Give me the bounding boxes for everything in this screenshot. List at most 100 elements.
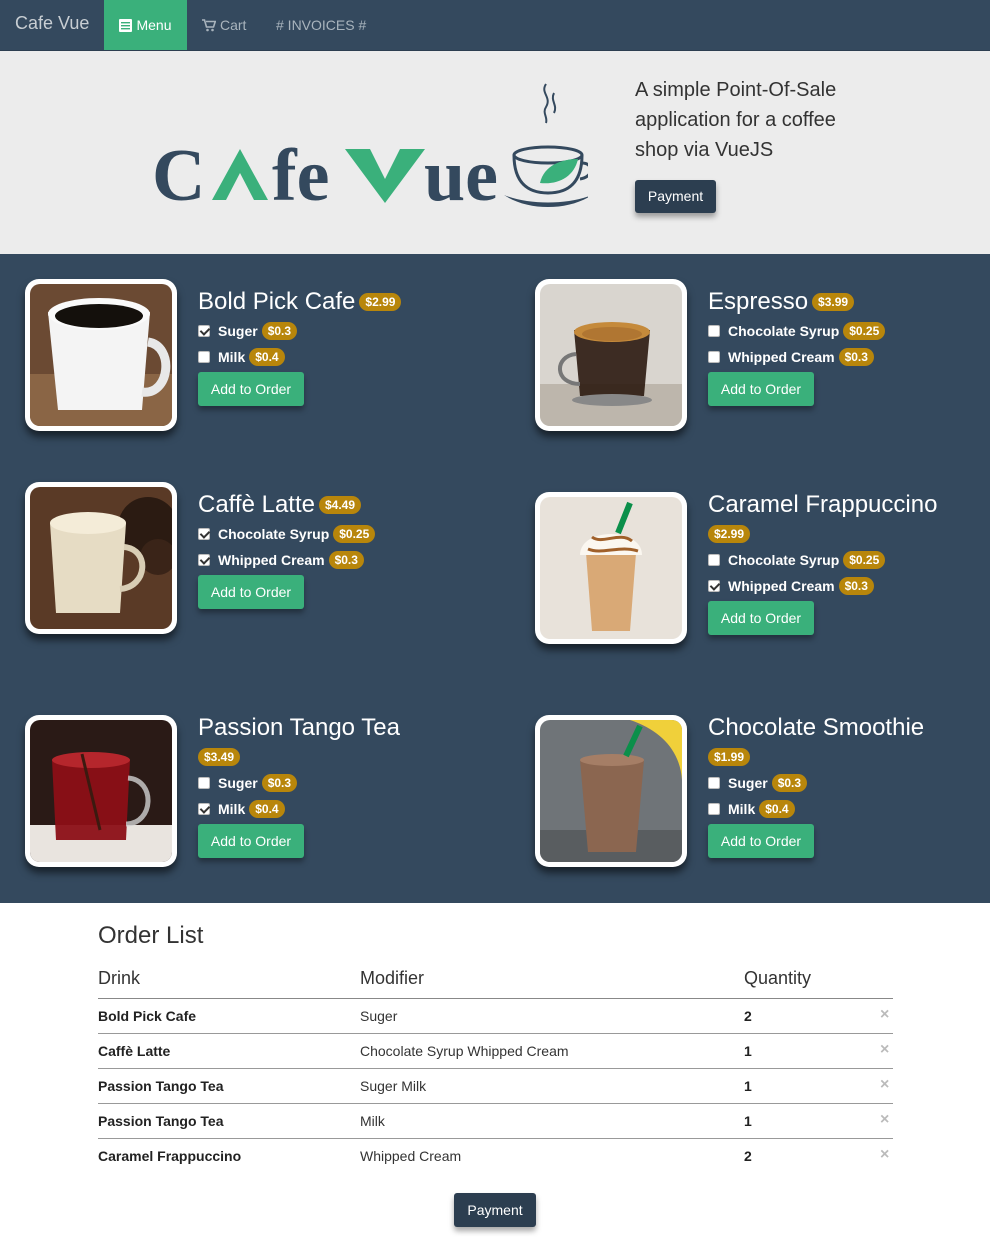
hero-payment-button[interactable]: Payment xyxy=(635,180,716,213)
order-quantity: 1 xyxy=(744,1113,752,1129)
modifier-price-badge: $0.3 xyxy=(838,577,874,595)
modifier-checkbox[interactable] xyxy=(198,777,210,789)
modifier-option[interactable]: Milk $0.4 xyxy=(198,799,285,819)
modifier-label: Milk xyxy=(218,349,246,365)
nav-cart-tab[interactable]: Cart xyxy=(202,0,246,50)
modifier-label: Chocolate Syrup xyxy=(728,323,840,339)
drink-image xyxy=(25,279,177,431)
remove-icon[interactable]: × xyxy=(880,1146,889,1164)
modifier-price-badge: $0.4 xyxy=(249,800,285,818)
modifier-checkbox[interactable] xyxy=(708,351,720,363)
modifier-checkbox[interactable] xyxy=(198,528,210,540)
cafe-vue-logo: C fe ue xyxy=(152,83,588,217)
drink-name: Chocolate Smoothie xyxy=(708,714,924,742)
modifier-label: Milk xyxy=(218,801,246,817)
cart-icon xyxy=(202,2,217,52)
modifier-label: Milk xyxy=(728,801,756,817)
modifier-price-badge: $0.25 xyxy=(843,322,886,340)
modifier-label: Suger xyxy=(218,323,258,339)
modifier-price-badge: $0.3 xyxy=(328,551,364,569)
modifier-option[interactable]: Suger $0.3 xyxy=(198,773,298,793)
modifier-price-badge: $0.3 xyxy=(261,322,298,340)
modifier-option[interactable]: Milk $0.4 xyxy=(708,799,795,819)
modifier-checkbox[interactable] xyxy=(708,777,720,789)
modifier-checkbox[interactable] xyxy=(198,325,210,337)
header-divider xyxy=(98,998,893,999)
drink-image xyxy=(535,715,687,867)
modifier-option[interactable]: Suger $0.3 xyxy=(198,321,298,341)
modifier-option[interactable]: Whipped Cream $0.3 xyxy=(708,576,874,596)
remove-icon[interactable]: × xyxy=(880,1041,889,1059)
remove-icon[interactable]: × xyxy=(880,1006,889,1024)
nav-invoices-tab[interactable]: # INVOICES # xyxy=(276,0,366,50)
modifier-price-badge: $0.3 xyxy=(771,774,808,792)
remove-icon[interactable]: × xyxy=(880,1111,889,1129)
modifier-option[interactable]: Whipped Cream $0.3 xyxy=(708,347,874,367)
drink-name-text: Caffè Latte xyxy=(198,491,315,518)
modifier-label: Chocolate Syrup xyxy=(728,552,840,568)
drink-name: Espresso $3.99 xyxy=(708,288,855,316)
order-drink: Caramel Frappuccino xyxy=(98,1148,242,1164)
add-to-order-button[interactable]: Add to Order xyxy=(708,601,814,635)
add-to-order-button[interactable]: Add to Order xyxy=(708,824,814,858)
modifier-checkbox[interactable] xyxy=(708,803,720,815)
modifier-price-badge: $0.25 xyxy=(333,525,376,543)
modifier-checkbox[interactable] xyxy=(198,351,210,363)
modifier-option[interactable]: Chocolate Syrup $0.25 xyxy=(708,550,886,570)
drink-name-text: Caramel Frappuccino xyxy=(708,491,938,518)
navbar: Cafe Vue Menu Cart # INVOICES # xyxy=(0,0,990,51)
row-divider xyxy=(98,1068,893,1069)
modifier-checkbox[interactable] xyxy=(198,554,210,566)
modifier-option[interactable]: Chocolate Syrup $0.25 xyxy=(198,524,376,544)
column-header-quantity: Quantity xyxy=(744,968,812,988)
modifier-price-badge: $0.4 xyxy=(759,800,795,818)
hero-banner: C fe ue A simple Point-Of-Sale applicati… xyxy=(0,51,990,254)
nav-menu-tab[interactable]: Menu xyxy=(104,0,187,50)
modifier-label: Whipped Cream xyxy=(728,578,835,594)
list-icon xyxy=(119,2,133,52)
add-to-order-button[interactable]: Add to Order xyxy=(708,372,814,406)
modifier-checkbox[interactable] xyxy=(708,325,720,337)
order-quantity: 1 xyxy=(744,1078,752,1094)
column-header-modifier: Modifier xyxy=(360,968,425,988)
order-list-title: Order List xyxy=(98,922,204,949)
modifier-option[interactable]: Whipped Cream $0.3 xyxy=(198,550,364,570)
remove-icon[interactable]: × xyxy=(880,1076,889,1094)
price-badge: $3.99 xyxy=(812,293,855,311)
add-to-order-button[interactable]: Add to Order xyxy=(198,575,304,609)
modifier-price-badge: $0.3 xyxy=(838,348,874,366)
order-quantity: 2 xyxy=(744,1148,752,1164)
svg-text:fe: fe xyxy=(272,135,330,217)
modifier-option[interactable]: Chocolate Syrup $0.25 xyxy=(708,321,886,341)
order-payment-button[interactable]: Payment xyxy=(454,1193,536,1227)
drink-name-text: Chocolate Smoothie xyxy=(708,714,925,741)
drink-name: Caffè Latte $4.49 xyxy=(198,491,362,519)
drink-image xyxy=(535,279,687,431)
order-drink: Bold Pick Cafe xyxy=(98,1008,197,1024)
brand-link[interactable]: Cafe Vue xyxy=(15,13,89,34)
order-modifier: Suger Milk xyxy=(360,1078,427,1094)
nav-menu-label: Menu xyxy=(136,17,172,33)
nav-cart-label: Cart xyxy=(220,17,247,33)
menu-section: Bold Pick Cafe $2.99 Suger $0.3 Milk $0.4 A… xyxy=(0,254,990,903)
modifier-option[interactable]: Suger $0.3 xyxy=(708,773,808,793)
drink-image xyxy=(25,715,177,867)
order-drink: Passion Tango Tea xyxy=(98,1078,224,1094)
row-divider xyxy=(98,1103,893,1104)
modifier-checkbox[interactable] xyxy=(708,580,720,592)
modifier-price-badge: $0.25 xyxy=(843,551,886,569)
modifier-option[interactable]: Milk $0.4 xyxy=(198,347,285,367)
add-to-order-button[interactable]: Add to Order xyxy=(198,824,304,858)
svg-text:C: C xyxy=(152,135,205,217)
coffee-cup-icon xyxy=(504,83,588,207)
order-modifier: Chocolate Syrup Whipped Cream xyxy=(360,1043,569,1059)
add-to-order-button[interactable]: Add to Order xyxy=(198,372,304,406)
drink-image xyxy=(535,492,687,644)
modifier-price-badge: $0.3 xyxy=(261,774,298,792)
price-badge: $4.49 xyxy=(318,496,362,514)
tagline: A simple Point-Of-Sale application for a… xyxy=(635,79,837,161)
modifier-price-badge: $0.4 xyxy=(249,348,285,366)
modifier-checkbox[interactable] xyxy=(708,554,720,566)
modifier-checkbox[interactable] xyxy=(198,803,210,815)
drink-name: Passion Tango Tea xyxy=(198,714,400,742)
